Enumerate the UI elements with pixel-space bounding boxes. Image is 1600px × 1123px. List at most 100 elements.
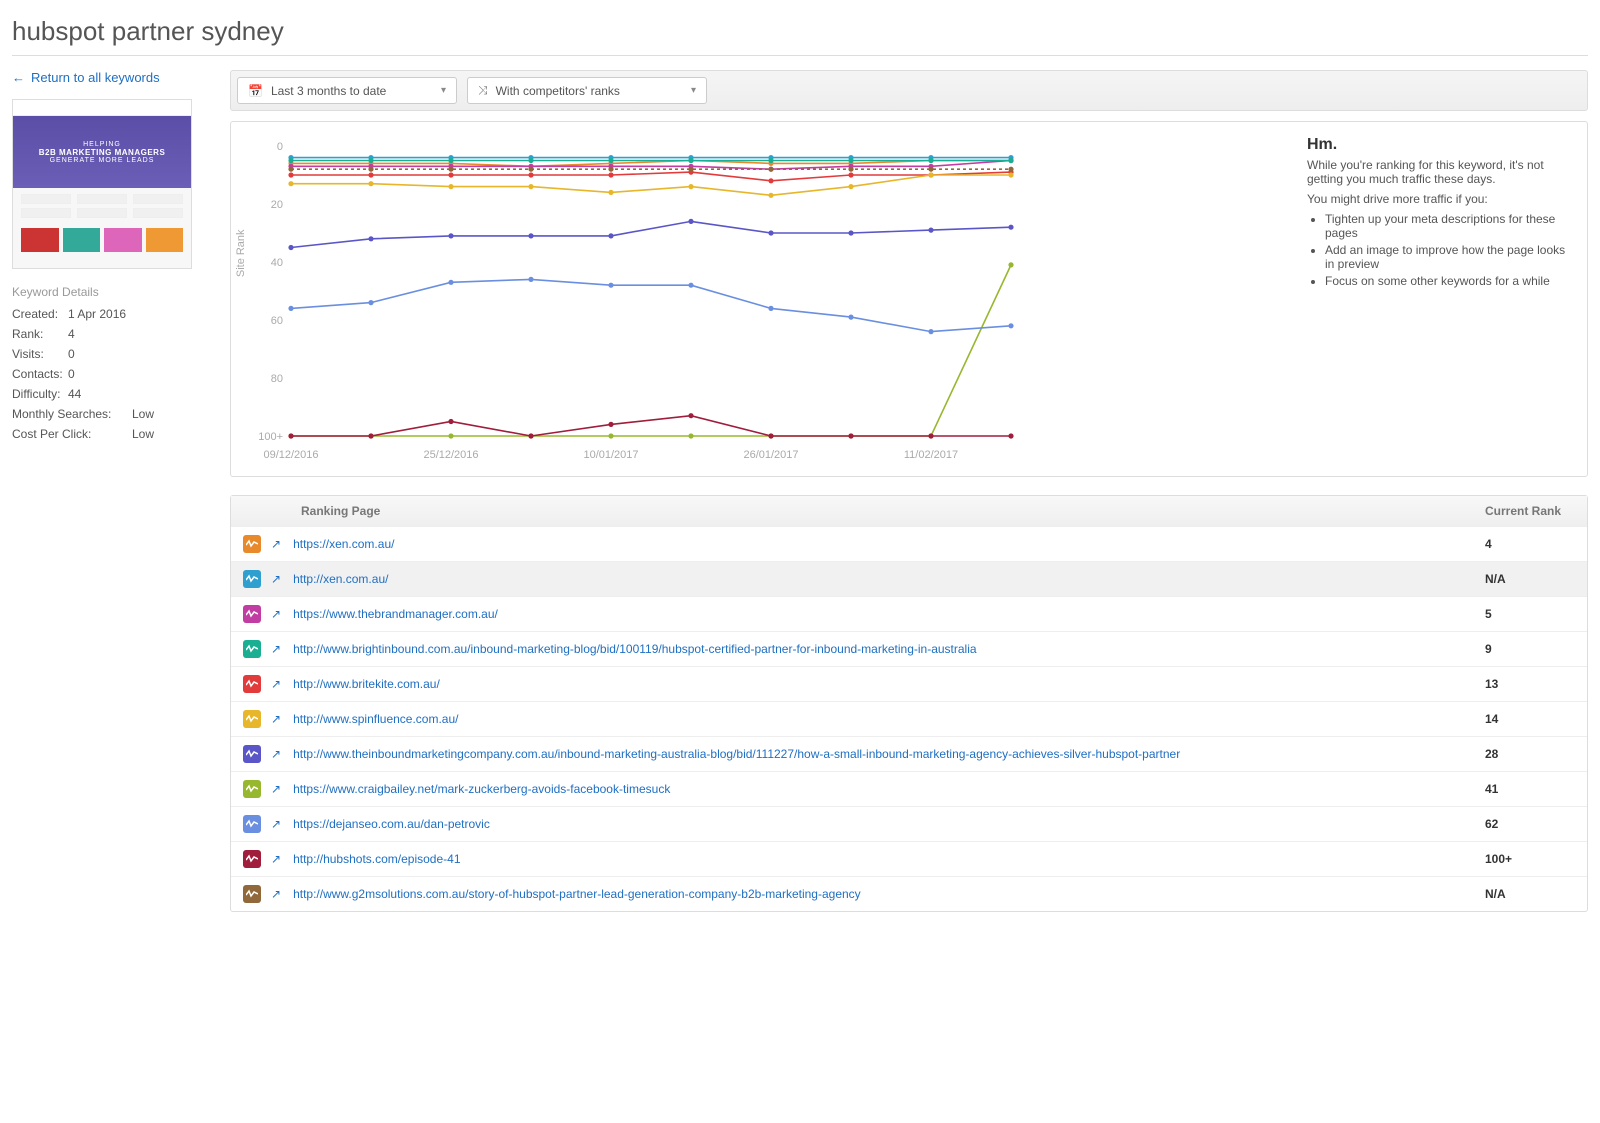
keyword-detail-row: Monthly Searches:Low [12, 407, 212, 421]
kd-value: 4 [68, 327, 75, 341]
kd-label: Rank: [12, 327, 68, 341]
ranking-page-link[interactable]: http://www.britekite.com.au/ [293, 677, 1485, 691]
thumb-line1: HELPING [83, 141, 121, 148]
ranking-page-link[interactable]: http://www.spinfluence.com.au/ [293, 712, 1485, 726]
current-rank-value: 13 [1485, 677, 1575, 691]
table-row: ↗ https://www.craigbailey.net/mark-zucke… [231, 771, 1587, 806]
current-rank-value: 62 [1485, 817, 1575, 831]
ranking-page-link[interactable]: https://www.thebrandmanager.com.au/ [293, 607, 1485, 621]
ranking-page-link[interactable]: http://www.brightinbound.com.au/inbound-… [293, 642, 1485, 656]
ranking-page-link[interactable]: https://xen.com.au/ [293, 537, 1485, 551]
keyword-detail-row: Rank:4 [12, 327, 212, 341]
series-swatch [243, 780, 261, 798]
return-to-keywords-link[interactable]: ← Return to all keywords [12, 70, 212, 85]
toolbar: 📅 Last 3 months to date ▾ ⤨ With competi… [230, 70, 1588, 111]
table-row: ↗ https://xen.com.au/ 4 [231, 526, 1587, 561]
info-heading: Hm. [1307, 136, 1577, 154]
svg-text:100+: 100+ [258, 431, 283, 443]
chevron-down-icon: ▾ [441, 85, 446, 96]
calendar-icon: 📅 [248, 84, 263, 98]
kd-value: Low [132, 427, 154, 441]
keyword-detail-row: Cost Per Click:Low [12, 427, 212, 441]
external-link-icon[interactable]: ↗ [271, 782, 281, 796]
series-swatch [243, 885, 261, 903]
table-row: ↗ http://www.g2msolutions.com.au/story-o… [231, 876, 1587, 911]
mode-label: With competitors' ranks [496, 84, 620, 98]
keyword-detail-row: Difficulty:44 [12, 387, 212, 401]
date-range-dropdown[interactable]: 📅 Last 3 months to date ▾ [237, 77, 457, 104]
external-link-icon[interactable]: ↗ [271, 572, 281, 586]
kd-label: Contacts: [12, 367, 68, 381]
table-row: ↗ http://hubshots.com/episode-41 100+ [231, 841, 1587, 876]
th-current-rank: Current Rank [1485, 504, 1575, 518]
external-link-icon[interactable]: ↗ [271, 537, 281, 551]
info-bullet: Tighten up your meta descriptions for th… [1325, 212, 1577, 240]
external-link-icon[interactable]: ↗ [271, 712, 281, 726]
series-swatch [243, 815, 261, 833]
external-link-icon[interactable]: ↗ [271, 677, 281, 691]
external-link-icon[interactable]: ↗ [271, 887, 281, 901]
series-swatch [243, 710, 261, 728]
svg-text:10/01/2017: 10/01/2017 [583, 449, 638, 461]
page-title: hubspot partner sydney [12, 16, 1588, 47]
table-row: ↗ https://www.thebrandmanager.com.au/ 5 [231, 596, 1587, 631]
current-rank-value: 14 [1485, 712, 1575, 726]
page-thumbnail[interactable]: HELPING B2B MARKETING MANAGERS GENERATE … [12, 99, 192, 269]
table-row: ↗ http://www.brightinbound.com.au/inboun… [231, 631, 1587, 666]
kd-value: Low [132, 407, 154, 421]
series-swatch [243, 570, 261, 588]
ranking-page-link[interactable]: https://dejanseo.com.au/dan-petrovic [293, 817, 1485, 831]
return-label: Return to all keywords [31, 70, 160, 85]
table-header: Ranking Page Current Rank [231, 496, 1587, 526]
external-link-icon[interactable]: ↗ [271, 817, 281, 831]
kd-value: 1 Apr 2016 [68, 307, 126, 321]
svg-text:20: 20 [271, 199, 283, 211]
current-rank-value: 28 [1485, 747, 1575, 761]
kd-label: Difficulty: [12, 387, 68, 401]
ranking-page-link[interactable]: http://www.g2msolutions.com.au/story-of-… [293, 887, 1485, 901]
external-link-icon[interactable]: ↗ [271, 642, 281, 656]
kd-label: Monthly Searches: [12, 407, 132, 421]
svg-text:0: 0 [277, 141, 283, 153]
current-rank-value: 41 [1485, 782, 1575, 796]
svg-text:11/02/2017: 11/02/2017 [904, 449, 958, 461]
table-row: ↗ http://www.britekite.com.au/ 13 [231, 666, 1587, 701]
divider [12, 55, 1588, 56]
external-link-icon[interactable]: ↗ [271, 747, 281, 761]
chevron-down-icon: ▾ [691, 85, 696, 96]
series-swatch [243, 640, 261, 658]
date-range-label: Last 3 months to date [271, 84, 386, 98]
ranking-page-link[interactable]: http://hubshots.com/episode-41 [293, 852, 1485, 866]
ranking-page-link[interactable]: http://www.theinboundmarketingcompany.co… [293, 747, 1485, 761]
thumb-line2: B2B MARKETING MANAGERS [39, 148, 166, 157]
kd-label: Created: [12, 307, 68, 321]
series-swatch [243, 535, 261, 553]
svg-text:40: 40 [271, 257, 283, 269]
current-rank-value: N/A [1485, 887, 1575, 901]
rank-chart[interactable]: 020406080100+09/12/201625/12/201610/01/2… [241, 136, 1021, 466]
info-panel: Hm. While you're ranking for this keywor… [1307, 136, 1577, 466]
current-rank-value: 9 [1485, 642, 1575, 656]
current-rank-value: 5 [1485, 607, 1575, 621]
external-link-icon[interactable]: ↗ [271, 852, 281, 866]
series-swatch [243, 745, 261, 763]
ranking-page-link[interactable]: http://xen.com.au/ [293, 572, 1485, 586]
svg-text:80: 80 [271, 373, 283, 385]
svg-text:26/01/2017: 26/01/2017 [743, 449, 798, 461]
svg-text:09/12/2016: 09/12/2016 [263, 449, 318, 461]
series-swatch [243, 850, 261, 868]
keyword-details-list: Created:1 Apr 2016Rank:4Visits:0Contacts… [12, 307, 212, 441]
mode-dropdown[interactable]: ⤨ With competitors' ranks ▾ [467, 77, 707, 104]
keyword-detail-row: Visits:0 [12, 347, 212, 361]
ranking-page-link[interactable]: https://www.craigbailey.net/mark-zuckerb… [293, 782, 1485, 796]
table-row: ↗ http://xen.com.au/ N/A [231, 561, 1587, 596]
y-axis-label: Site Rank [235, 229, 247, 277]
svg-text:60: 60 [271, 315, 283, 327]
keyword-detail-row: Created:1 Apr 2016 [12, 307, 212, 321]
kd-value: 44 [68, 387, 81, 401]
kd-value: 0 [68, 367, 75, 381]
ranking-table: Ranking Page Current Rank ↗ https://xen.… [230, 495, 1588, 912]
external-link-icon[interactable]: ↗ [271, 607, 281, 621]
table-row: ↗ http://www.theinboundmarketingcompany.… [231, 736, 1587, 771]
th-ranking-page: Ranking Page [301, 504, 1485, 518]
